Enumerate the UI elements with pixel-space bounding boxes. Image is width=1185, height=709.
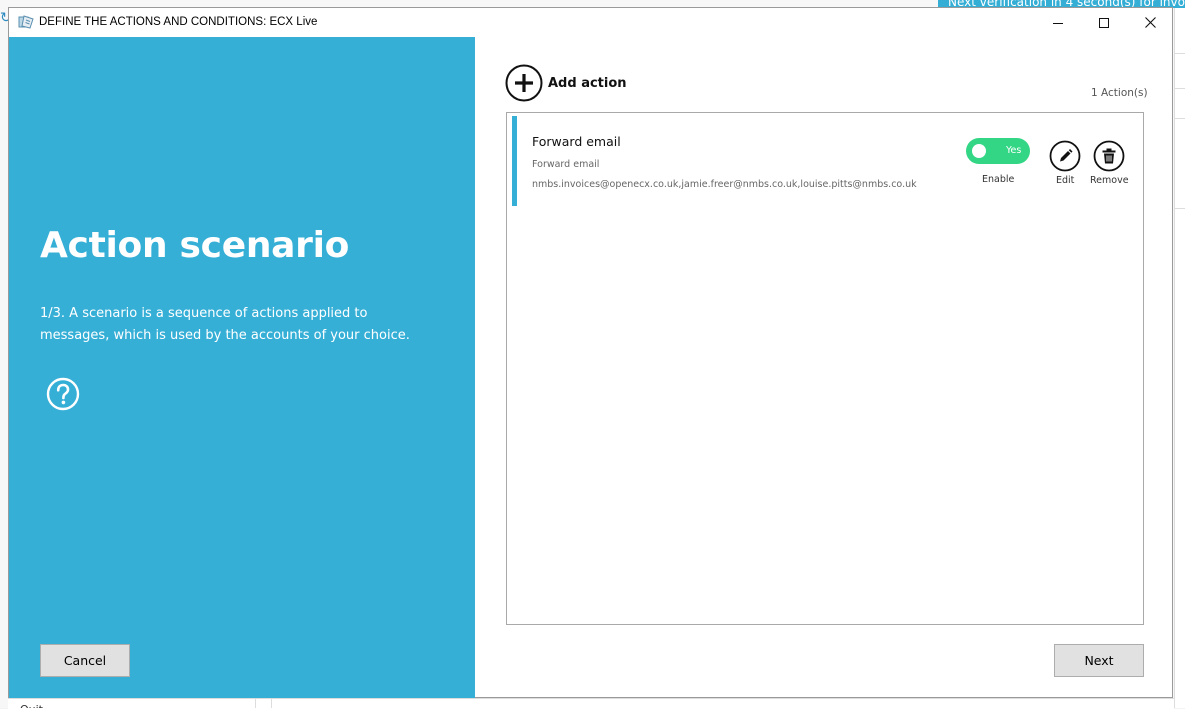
add-action-button[interactable]: Add action: [505, 64, 627, 102]
background-scroll-strip: [1174, 8, 1185, 708]
toggle-state-text: Yes: [1006, 145, 1022, 156]
edit-label: Edit: [1056, 175, 1075, 186]
enable-toggle[interactable]: Yes: [966, 138, 1030, 164]
add-action-label: Add action: [548, 75, 627, 91]
page-title: Action scenario: [40, 225, 350, 266]
plus-circle-icon: [505, 64, 543, 102]
cancel-button[interactable]: Cancel: [40, 644, 130, 677]
remove-label: Remove: [1090, 175, 1129, 186]
list-item[interactable]: Forward email Forward email nmbs.invoice…: [512, 116, 1138, 206]
background-app-icon: ↻: [0, 10, 12, 26]
toggle-knob: [972, 144, 986, 158]
close-icon: [1144, 17, 1156, 28]
close-button[interactable]: [1127, 8, 1173, 37]
title-bar[interactable]: DEFINE THE ACTIONS AND CONDITIONS: ECX L…: [9, 8, 1172, 37]
minimize-icon: [1053, 22, 1063, 24]
app-logo-icon: [18, 15, 34, 29]
maximize-button[interactable]: [1081, 8, 1127, 37]
selection-indicator: [512, 116, 517, 206]
question-circle-icon[interactable]: [46, 377, 80, 411]
next-button[interactable]: Next: [1054, 644, 1144, 677]
action-name: Forward email: [532, 134, 621, 149]
action-recipients: nmbs.invoices@openecx.co.uk,jamie.freer@…: [532, 179, 917, 190]
quit-menu-item[interactable]: Quit: [20, 699, 43, 708]
minimize-button[interactable]: [1035, 8, 1081, 37]
enable-label: Enable: [982, 174, 1015, 185]
action-list: Forward email Forward email nmbs.invoice…: [506, 112, 1144, 625]
trash-icon[interactable]: [1093, 140, 1125, 172]
window-title: DEFINE THE ACTIONS AND CONDITIONS: ECX L…: [39, 16, 318, 28]
action-count: 1 Action(s): [1091, 87, 1148, 99]
pencil-icon[interactable]: [1049, 140, 1081, 172]
background-divider: [255, 699, 272, 708]
maximize-icon: [1099, 17, 1109, 28]
info-panel: Action scenario 1/3. A scenario is a seq…: [9, 37, 475, 698]
scenario-description: 1/3. A scenario is a sequence of actions…: [40, 306, 410, 343]
action-scenario-dialog: DEFINE THE ACTIONS AND CONDITIONS: ECX L…: [8, 7, 1173, 698]
background-status-strip: [8, 698, 1174, 709]
action-type: Forward email: [532, 159, 600, 170]
